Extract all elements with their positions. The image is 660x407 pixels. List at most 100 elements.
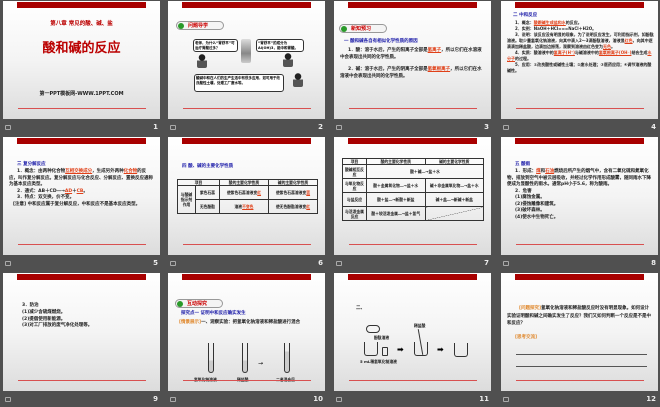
title-bar <box>182 2 311 8</box>
slide-thumbnail-5[interactable]: 三 复分解反应 1．概念：由两种化合物互相交换成分，生成另外两种化合物的反应，叫… <box>3 137 160 255</box>
transition-icon <box>503 125 509 130</box>
bottom-line <box>349 244 477 245</box>
section-heading: 五 酸雨 <box>515 162 531 167</box>
section-heading: 三 复分解反应 <box>17 162 46 167</box>
paragraph: 2．碱：溶于水后，产生的阴离子全部是氢氧根离子，所以它们在水溶液中会表现出共同的… <box>340 67 482 79</box>
title-bar <box>182 274 311 280</box>
paragraph: [问题探究]氢氧化钠溶液和稀盐酸反应时没有明显现象。如何设计实验证明酸和碱之间确… <box>507 306 651 326</box>
slide-thumbnail-2[interactable]: 问题导学 老师，为什么“胃舒平”可治疗胃酸过多？ “胃舒平”的成分为Al(OH)… <box>168 1 325 119</box>
slide-label-4: 4 <box>501 123 658 133</box>
paragraph: [情景展示]一、观察实验：把氢氧化钠溶液和稀盐酸进行混合 <box>179 320 301 325</box>
properties-table: 项目 酸的主要化学性质 碱的主要化学性质 与酸碱指示剂作用 紫色石蕊 使紫色石蕊溶液变红… <box>177 179 319 214</box>
bottom-line <box>516 244 644 245</box>
slide-number: 5 <box>153 259 158 267</box>
transition-icon <box>170 397 176 402</box>
title-bar <box>348 138 477 144</box>
slide-number: 1 <box>153 123 158 131</box>
slide-label-8: 8 <box>501 259 658 269</box>
slide-thumbnail-10[interactable]: 互动探究 探究点一 证明中和反应确实发生 [情景展示]一、观察实验：把氢氧化钠溶… <box>168 273 325 391</box>
slide-number: 4 <box>651 123 656 131</box>
slide-number: 10 <box>313 395 323 403</box>
slide-number: 8 <box>651 259 656 267</box>
figure-label: 酚酞溶液 <box>374 335 390 340</box>
slide-thumbnail-12[interactable]: [问题探究]氢氧化钠溶液和稀盐酸反应时没有明显现象。如何设计实验证明酸和碱之间确… <box>501 273 658 391</box>
section-heading: 探究点一 证明中和反应确实发生 <box>181 311 246 316</box>
slide-label-6: 6 <box>168 259 325 269</box>
title-bar <box>182 138 311 144</box>
section-heading: 二、 <box>356 306 365 311</box>
transition-icon <box>336 397 342 402</box>
answer-line <box>516 354 647 355</box>
slide-thumbnail-1[interactable]: 第八章 常见的酸、碱、盐 酸和碱的反应 第一PPT模板网-WWW.1PPT.CO… <box>3 1 160 119</box>
slide-thumbnail-4[interactable]: 二 中和反应 1．概念：酸跟碱生成盐和水的反应。 2．实例：NaOH＋HCl==… <box>501 1 658 119</box>
transition-icon <box>170 261 176 266</box>
list-item: (4)使水中生物死亡。 <box>515 214 559 220</box>
transition-icon <box>336 261 342 266</box>
slide-label-1: 1 <box>3 123 160 133</box>
slide-label-12: 12 <box>501 395 658 405</box>
title-bar <box>17 2 146 8</box>
bottom-line <box>18 108 146 109</box>
bottom-line <box>183 244 311 245</box>
title-bar <box>515 138 644 144</box>
slide-number: 12 <box>646 395 656 403</box>
transition-icon <box>5 397 11 402</box>
bottom-line <box>516 380 644 381</box>
title-bar <box>348 274 477 280</box>
footer-text: 第一PPT模板网-WWW.1PPT.COM <box>39 91 124 97</box>
beaker <box>364 342 378 356</box>
slide-thumbnail-8[interactable]: 五 酸雨 1．形成：煤和石油燃烧后所产生的烟气中，含有二氧化硫和氮氧化物，排放到… <box>501 137 658 255</box>
transition-icon <box>5 261 11 266</box>
slide-label-11: 11 <box>334 395 491 405</box>
bottom-line <box>183 108 311 109</box>
teacher-figure <box>283 53 293 67</box>
list-item: (1)减少含硫煤燃烧。 <box>22 309 66 315</box>
badge-dot-icon <box>177 301 183 307</box>
paragraph: 1．概念：由两种化合物互相交换成分，生成另外两种化合物的反应，叫作复分解反应。复… <box>9 169 153 207</box>
slide-number: 3 <box>484 123 489 131</box>
discussion-tag: [思考交流] <box>515 335 538 340</box>
bottom-line <box>18 244 146 245</box>
dropper-hand-image <box>366 325 380 333</box>
transition-icon <box>503 261 509 266</box>
figure-label: 5 mL稀氢氧化钠溶液 <box>360 359 397 364</box>
answer-line <box>516 366 647 367</box>
slide-thumbnail-7[interactable]: 项目 酸的主要化学性质 碱的主要化学性质 酸碱相互反应 酸＋碱―→盐＋水 与氧化物反应… <box>334 137 491 255</box>
bottom-line <box>516 108 644 109</box>
section-badge: 新知预习 <box>339 24 387 33</box>
section-heading: 四 酸、碱的主要化学性质 <box>182 164 234 169</box>
slide-thumbnail-11[interactable]: 二、 酚酞溶液 ➡ 稀盐酸 ➡ 5 mL稀氢氧化钠溶液 <box>334 273 491 391</box>
speech-bubble: 老师，为什么“胃舒平”可治疗胃酸过多？ <box>193 39 238 52</box>
title-bar <box>515 274 644 280</box>
test-tube <box>284 343 290 373</box>
bottom-line <box>349 380 477 381</box>
speech-bubble: 酸碱中和在人们的生产生活中有很多应用，如可用于改良酸性土壤，处理工厂废水等。 <box>194 74 284 92</box>
slide-label-9: 9 <box>3 395 160 405</box>
title-bar <box>17 274 146 280</box>
slide-label-3: 3 <box>334 123 491 133</box>
slide-thumbnail-3[interactable]: 新知预习 一 酸和碱各自有相似化学性质的原因 1．酸：溶于水后，产生的阳离子全部… <box>334 1 491 119</box>
slide-number: 9 <box>153 395 158 403</box>
speech-bubble: “胃舒平”的成分为Al(OH)3，能中和胃酸。 <box>256 39 304 52</box>
section-heading: 一 酸和碱各自有相似化学性质的原因 <box>344 39 418 44</box>
slide-thumbnail-6[interactable]: 四 酸、碱的主要化学性质 项目 酸的主要化学性质 碱的主要化学性质 与酸碱指示剂作用… <box>168 137 325 255</box>
slide-label-2: 2 <box>168 123 325 133</box>
transition-icon <box>503 397 509 402</box>
paragraph: 1．酸：溶于水后，产生的阳离子全部是氢离子，所以它们在水溶液中会表现出共同的化学… <box>340 48 482 60</box>
beaker <box>414 342 428 356</box>
section-badge: 互动探究 <box>175 299 223 308</box>
transition-icon <box>170 125 176 130</box>
title-bar <box>17 138 146 144</box>
properties-table: 项目 酸的主要化学性质 碱的主要化学性质 酸碱相互反应 酸＋碱―→盐＋水 与氧化物反应… <box>342 158 484 221</box>
paragraph: 3．防治 (1)减少含硫煤燃烧。 (2)提倡使用新能源。 (3)对工厂排放的废气… <box>22 303 93 329</box>
paragraph: 1．概念：酸跟碱生成盐和水的反应。 2．实例：NaOH＋HCl===NaCl＋H… <box>507 20 654 73</box>
slide-number: 6 <box>318 259 323 267</box>
test-tube <box>208 343 214 373</box>
slide-thumbnail-9[interactable]: 3．防治 (1)减少含硫煤燃烧。 (2)提倡使用新能源。 (3)对工厂排放的废气… <box>3 273 160 391</box>
bottom-line <box>349 108 477 109</box>
section-heading: 二 中和反应 <box>513 13 538 18</box>
person-figure <box>293 73 303 87</box>
section-badge: 问题导学 <box>176 21 224 30</box>
student-figure <box>197 54 207 68</box>
slide-number: 11 <box>479 395 489 403</box>
